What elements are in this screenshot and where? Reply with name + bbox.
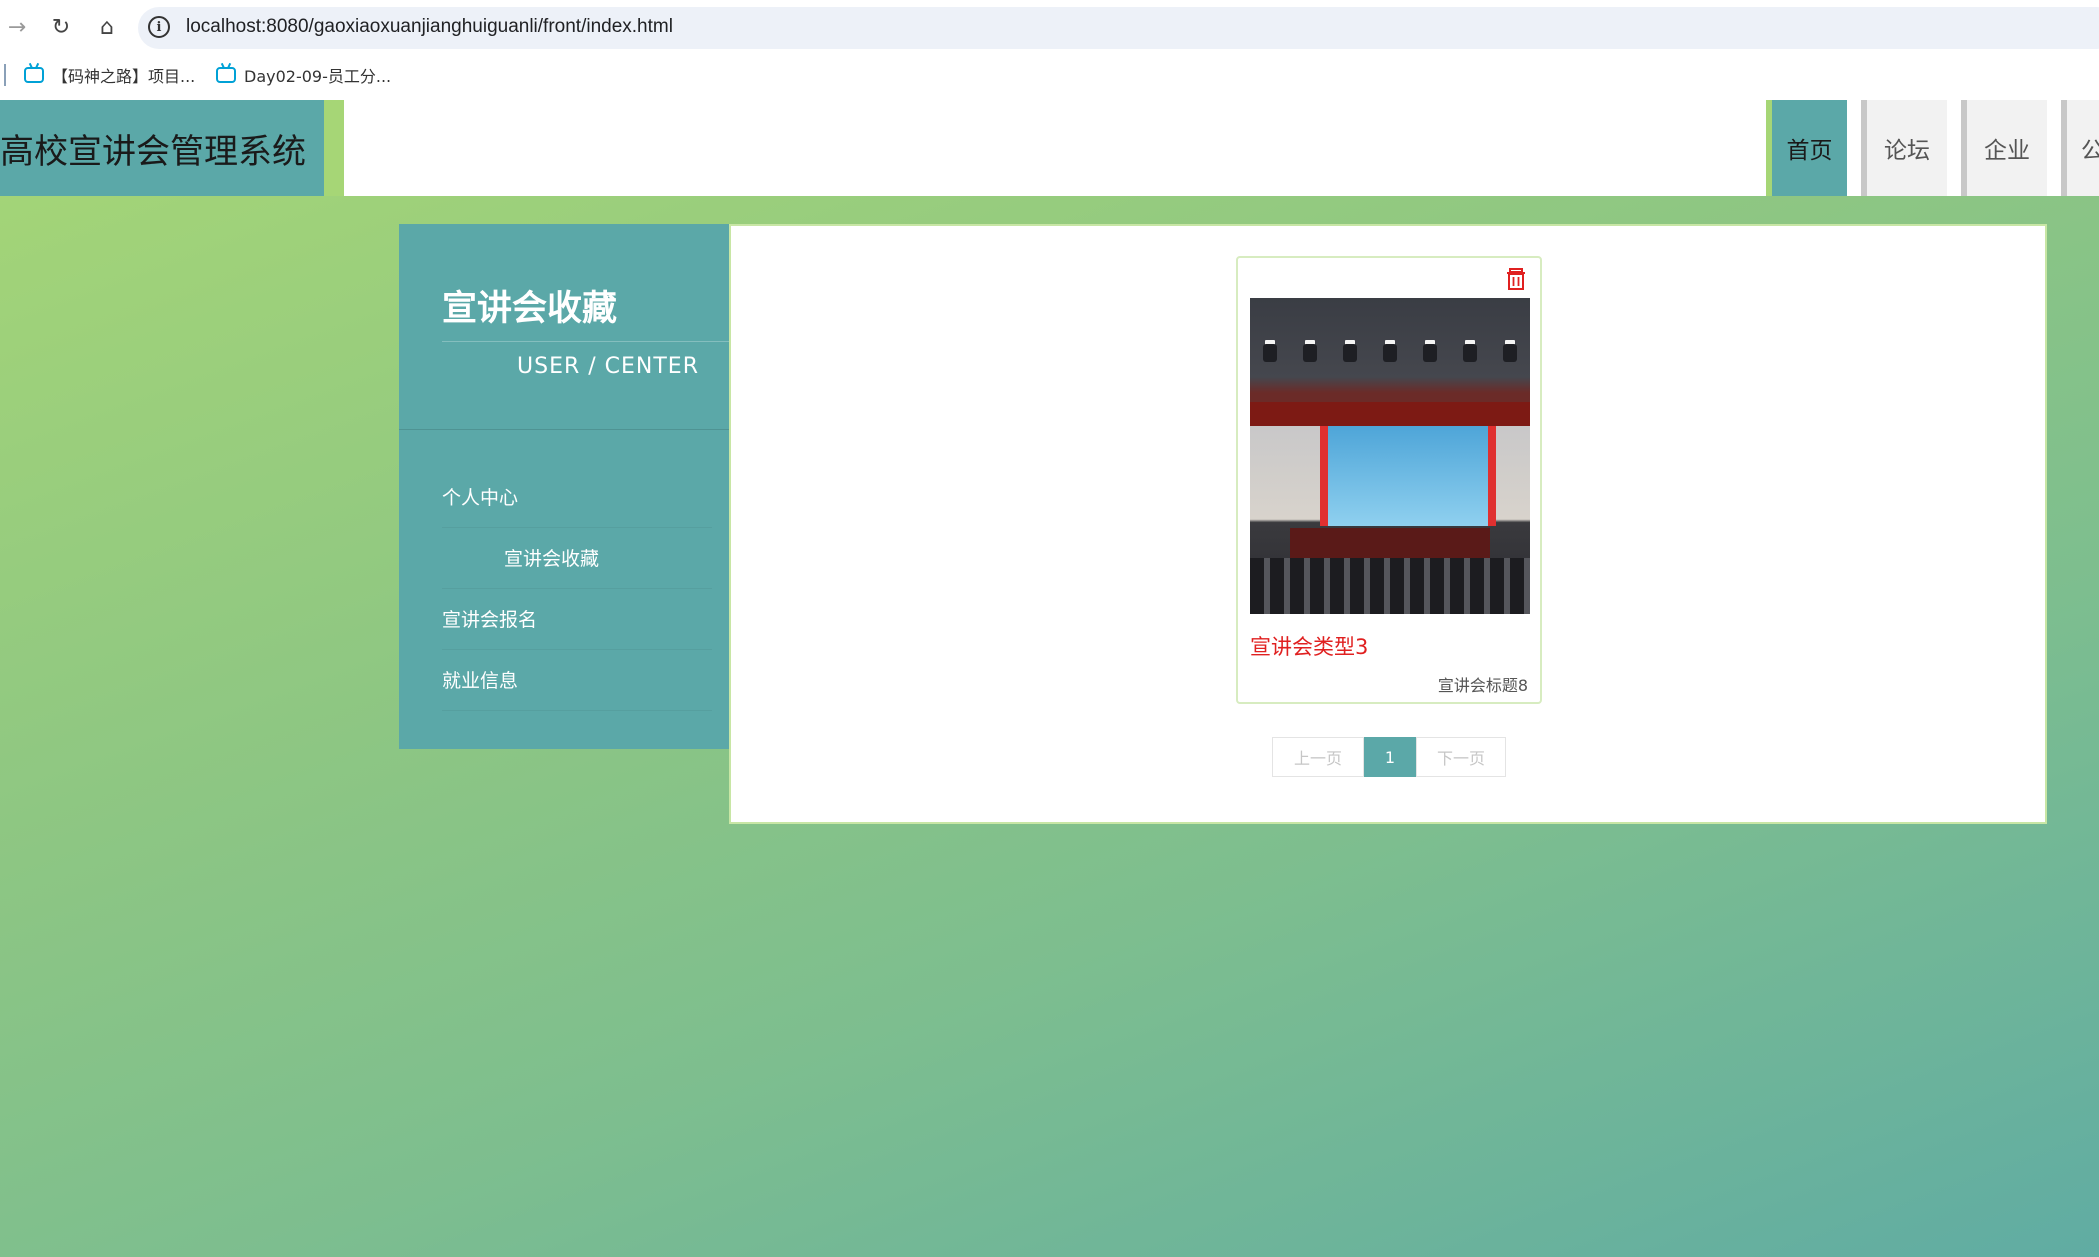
site-info-icon[interactable]: i xyxy=(148,16,170,38)
page-number-button[interactable]: 1 xyxy=(1364,737,1416,777)
bookmarks-bar: 【码神之路】项目... Day02-09-员工分... xyxy=(0,58,2099,92)
sidebar-item-registration[interactable]: 宣讲会报名 xyxy=(442,589,712,650)
sidebar-divider xyxy=(399,429,729,430)
next-page-button[interactable]: 下一页 xyxy=(1416,737,1506,777)
browser-chrome: → ↻ ⌂ i localhost:8080/gaoxiaoxuanjiangh… xyxy=(0,0,2099,100)
logo-accent xyxy=(324,100,344,196)
image-screen xyxy=(1320,426,1496,526)
sidebar-item-jobs[interactable]: 就业信息 xyxy=(442,650,712,711)
sidebar-item-favorites[interactable]: 宣讲会收藏 xyxy=(442,528,712,589)
trash-icon[interactable] xyxy=(1506,268,1526,290)
nav-item-label: 企业 xyxy=(1984,138,2030,164)
image-banner xyxy=(1250,402,1530,426)
bilibili-icon xyxy=(24,67,44,83)
address-bar[interactable]: i localhost:8080/gaoxiaoxuanjianghuiguan… xyxy=(138,7,2099,49)
image-stage-lights xyxy=(1250,338,1530,368)
sidebar-menu: 个人中心 宣讲会收藏 宣讲会报名 就业信息 xyxy=(442,467,712,711)
bookmarks-separator xyxy=(4,64,6,86)
favorite-card[interactable]: 宣讲会类型3 宣讲会标题8 xyxy=(1236,256,1542,704)
url-text[interactable]: localhost:8080/gaoxiaoxuanjianghuiguanli… xyxy=(186,16,673,38)
card-image[interactable] xyxy=(1250,298,1530,614)
page-background: 高校宣讲会管理系统 首页 论坛 企业 公 宣讲会收藏 USER / CENTER… xyxy=(0,100,2099,1257)
image-audience xyxy=(1250,558,1530,614)
top-header: 高校宣讲会管理系统 首页 论坛 企业 公 xyxy=(0,100,2099,196)
sidebar-title-divider xyxy=(442,341,729,342)
bookmark-item[interactable]: Day02-09-员工分... xyxy=(216,62,391,88)
nav-item-notice[interactable]: 公 xyxy=(2061,100,2099,196)
nav-item-home[interactable]: 首页 xyxy=(1766,100,1847,196)
sidebar-item-profile[interactable]: 个人中心 xyxy=(442,467,712,528)
nav-item-company[interactable]: 企业 xyxy=(1961,100,2047,196)
reload-icon[interactable]: ↻ xyxy=(44,10,78,44)
user-sidebar: 宣讲会收藏 USER / CENTER 个人中心 宣讲会收藏 宣讲会报名 就业信… xyxy=(399,224,729,749)
card-subtitle: 宣讲会标题8 xyxy=(1437,676,1528,695)
sidebar-title: 宣讲会收藏 xyxy=(442,289,618,329)
bookmark-label: 【码神之路】项目... xyxy=(52,67,196,86)
home-icon[interactable]: ⌂ xyxy=(90,10,124,44)
sidebar-subtitle: USER / CENTER xyxy=(517,354,699,379)
content-panel: 宣讲会类型3 宣讲会标题8 上一页 1 下一页 xyxy=(729,224,2047,824)
bookmark-label: Day02-09-员工分... xyxy=(244,67,392,86)
bookmark-item[interactable]: 【码神之路】项目... xyxy=(24,62,195,88)
logo-block[interactable]: 高校宣讲会管理系统 xyxy=(0,100,324,196)
nav-item-label: 论坛 xyxy=(1884,138,1930,164)
forward-icon[interactable]: → xyxy=(0,10,34,44)
site-title: 高校宣讲会管理系统 xyxy=(0,131,306,172)
nav-item-forum[interactable]: 论坛 xyxy=(1861,100,1947,196)
nav-item-label: 公 xyxy=(2081,138,2099,164)
pagination: 上一页 1 下一页 xyxy=(1272,737,1506,777)
bilibili-icon xyxy=(216,67,236,83)
image-stage xyxy=(1290,528,1490,558)
prev-page-button[interactable]: 上一页 xyxy=(1272,737,1364,777)
nav-item-label: 首页 xyxy=(1786,138,1833,164)
card-title[interactable]: 宣讲会类型3 xyxy=(1250,631,1368,661)
top-nav: 首页 论坛 企业 公 xyxy=(1766,100,2099,196)
